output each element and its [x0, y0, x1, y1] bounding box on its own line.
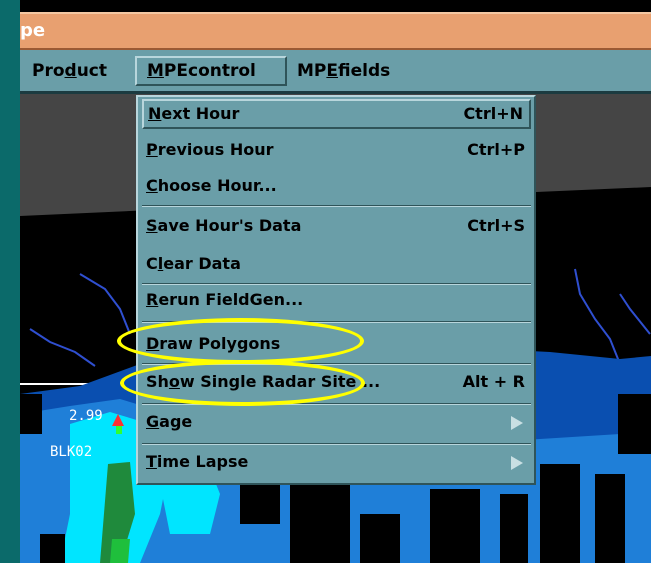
gage-value-label: 2.99: [69, 408, 103, 424]
shortcut-label: Ctrl+N: [463, 104, 523, 123]
gage-id-label: BLK02: [50, 444, 93, 460]
no-data-block: [20, 394, 42, 434]
mpecontrol-dropdown-menu: Next Hour Ctrl+N Previous Hour Ctrl+P Choo…: [136, 95, 536, 485]
menu-product[interactable]: Product: [32, 56, 107, 86]
menu-item-next-hour[interactable]: Next Hour Ctrl+N: [142, 99, 531, 129]
menu-item-rerun-fieldgen[interactable]: Rerun FieldGen...: [142, 285, 531, 315]
menu-item-choose-hour[interactable]: Choose Hour...: [142, 171, 531, 201]
menu-item-previous-hour[interactable]: Previous Hour Ctrl+P: [142, 135, 531, 165]
menu-item-time-lapse[interactable]: Time Lapse: [142, 447, 531, 477]
menu-item-gage[interactable]: Gage: [142, 407, 531, 437]
river-line: [574, 268, 621, 365]
river-line: [79, 273, 131, 335]
menu-separator: [142, 443, 531, 445]
highlight-ellipse-draw-polygons: [117, 318, 364, 364]
menu-bar: Product MPEcontrol MPEfields: [20, 50, 651, 94]
no-data-block: [430, 489, 480, 563]
no-data-block: [40, 534, 65, 563]
menu-mpecontrol[interactable]: MPEcontrol: [135, 56, 287, 86]
menu-item-save-hours-data[interactable]: Save Hour's Data Ctrl+S: [142, 211, 531, 241]
no-data-block: [360, 514, 400, 563]
shortcut-label: Ctrl+P: [467, 140, 525, 159]
submenu-arrow-icon: [511, 416, 523, 430]
application-window: pe 2.99 BLK02 Product MPEcontrol MPEfiel…: [20, 0, 651, 563]
radar-echo-green: [110, 539, 130, 563]
menu-separator: [142, 205, 531, 207]
menu-item-clear-data[interactable]: Clear Data: [142, 249, 531, 279]
shortcut-label: Alt + R: [462, 372, 525, 391]
river-line: [29, 328, 96, 367]
no-data-block: [618, 394, 651, 454]
window-title: pe: [20, 20, 46, 41]
river-line: [619, 293, 651, 335]
title-bar[interactable]: pe: [20, 12, 651, 50]
no-data-block: [540, 464, 580, 563]
shortcut-label: Ctrl+S: [467, 216, 525, 235]
highlight-ellipse-show-single-radar: [120, 360, 365, 406]
menu-mpefields[interactable]: MPEfields: [297, 56, 390, 86]
no-data-block: [595, 474, 625, 563]
no-data-block: [290, 484, 350, 563]
submenu-arrow-icon: [511, 456, 523, 470]
no-data-block: [500, 494, 528, 563]
gage-marker-base: [116, 426, 122, 434]
